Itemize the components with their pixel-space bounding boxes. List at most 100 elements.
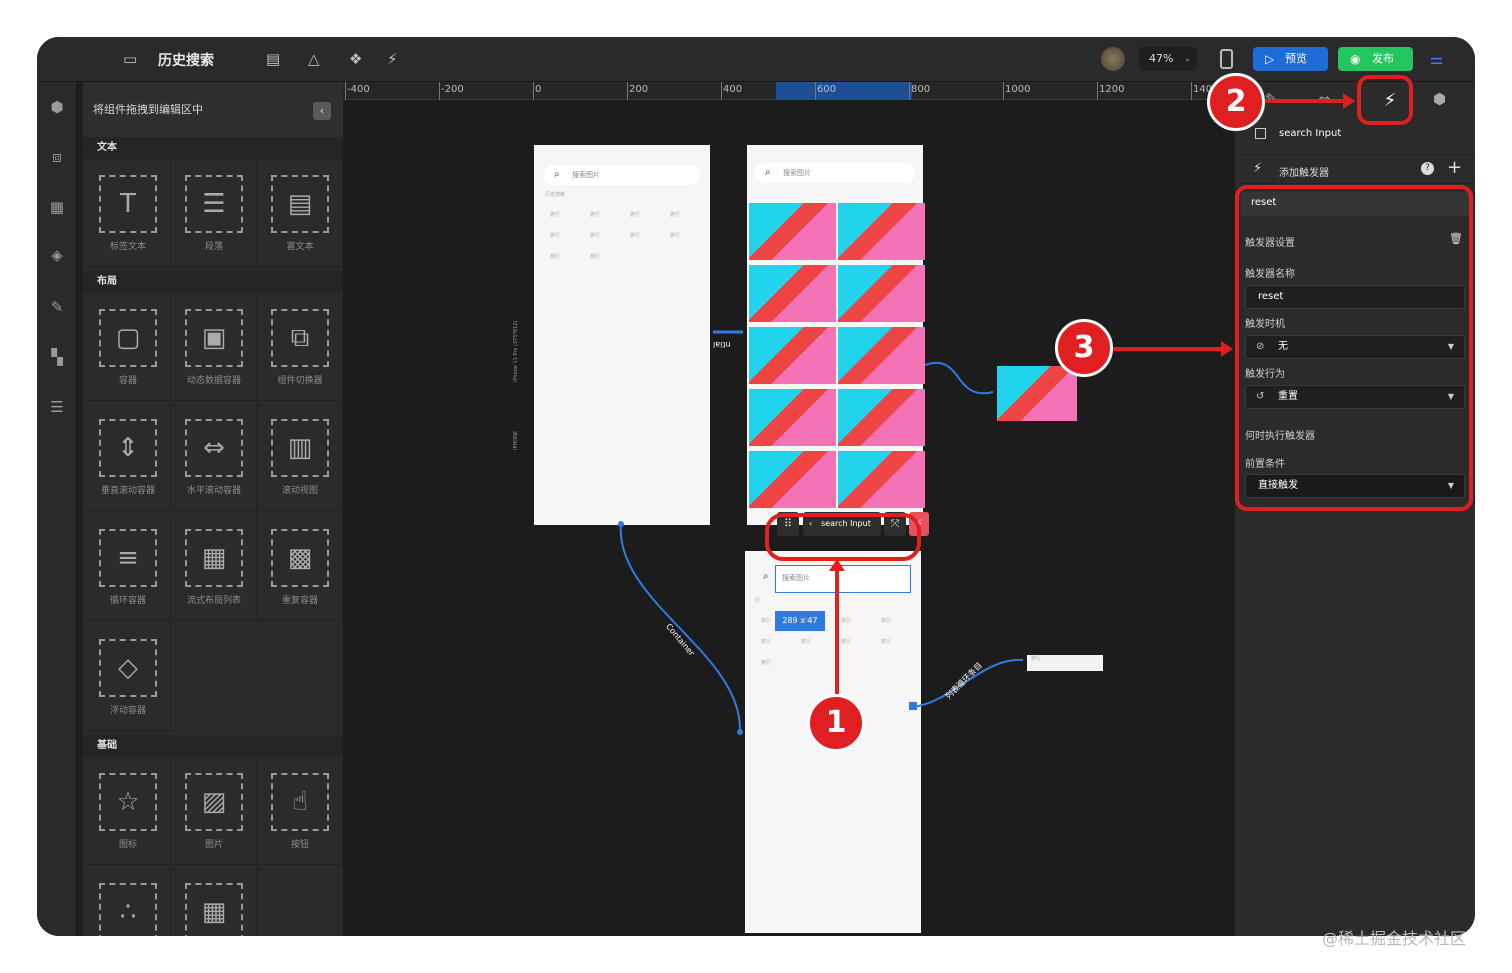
annotation-arrow-1 — [835, 567, 839, 697]
annotation-arrowhead-1 — [829, 559, 845, 571]
component-icon: ⇔ — [203, 433, 225, 463]
component-tile[interactable]: ☆ 图标 — [85, 757, 171, 865]
frame1-search-bar[interactable]: ⌕ 搜索图片 — [544, 165, 700, 185]
frame2-search-bar[interactable]: ⌕ 搜索图片 — [755, 163, 915, 183]
ruler-selection-highlight — [776, 82, 912, 100]
history-tag[interactable]: 旅行 — [590, 232, 600, 239]
history-tag[interactable]: 旅行 — [801, 617, 811, 624]
history-tag[interactable]: 旅行 — [761, 638, 771, 645]
avatar[interactable] — [1101, 47, 1125, 71]
history-tag[interactable]: 旅行 — [590, 253, 600, 260]
flash-icon[interactable]: ⚡ — [387, 49, 398, 69]
component-tile[interactable]: ⧉ 组件切换器 — [257, 293, 343, 401]
settings-sliders-icon[interactable]: ⚌ — [1430, 49, 1443, 69]
device-icon[interactable] — [1220, 49, 1233, 69]
history-tag[interactable]: 旅行 — [841, 617, 851, 624]
ruler-label: -200 — [441, 84, 464, 95]
history-tag[interactable]: 旅行 — [550, 253, 560, 260]
history-tag[interactable]: 旅行 — [630, 232, 640, 239]
history-tag[interactable]: 旅行 — [761, 617, 771, 624]
history-tag[interactable]: 旅行 — [550, 211, 560, 218]
component-tile[interactable]: ▦ 流式布局列表 — [171, 513, 257, 621]
component-tile[interactable]: ◇ 浮动容器 — [85, 623, 171, 731]
grid-icon[interactable]: ▦ — [47, 197, 67, 217]
frame-image-grid[interactable]: ⌕ 搜索图片 — [747, 145, 925, 525]
shape-icon[interactable]: △ — [308, 49, 320, 69]
help-icon[interactable]: ? — [1421, 162, 1434, 175]
grid-image[interactable] — [749, 451, 836, 508]
blocks-icon[interactable]: ⧈ — [47, 147, 67, 167]
history-tag[interactable]: 旅行 — [670, 232, 680, 239]
grid-image[interactable] — [838, 327, 925, 384]
publish-button[interactable]: ◉ 发布 — [1338, 47, 1413, 71]
history-tag[interactable]: 旅行 — [761, 659, 771, 666]
brush-icon[interactable]: ✎ — [47, 297, 67, 317]
grid-image[interactable] — [749, 327, 836, 384]
ruler-tick — [815, 82, 816, 100]
grid-image[interactable] — [838, 451, 925, 508]
component-tile[interactable]: ∴ — [85, 867, 171, 936]
component-icon: ☝ — [292, 787, 308, 817]
history-tag[interactable]: 旅行 — [590, 211, 600, 218]
history-tag[interactable]: 旅行 — [881, 617, 891, 624]
component-tile[interactable]: ▦ — [171, 867, 257, 936]
history-tag[interactable]: 旅行 — [550, 232, 560, 239]
publish-label: 发布 — [1372, 52, 1394, 65]
annotation-badge-3: 3 — [1055, 319, 1113, 377]
component-tile[interactable]: ⇔ 水平滚动容器 — [171, 403, 257, 511]
sidebar-toggle-icon[interactable]: ▭ — [123, 49, 137, 69]
component-tile[interactable]: ▩ 重复容器 — [257, 513, 343, 621]
add-icon[interactable]: + — [1447, 157, 1462, 178]
grid-image[interactable] — [749, 389, 836, 446]
component-tile[interactable]: ⇕ 垂直滚动容器 — [85, 403, 171, 511]
component-tile[interactable]: ▨ 图片 — [171, 757, 257, 865]
component-icon: ▦ — [201, 897, 227, 927]
grid-image[interactable] — [838, 389, 925, 446]
component-tile[interactable]: ▤ 富文本 — [257, 159, 343, 267]
search-icon: ⌕ — [554, 169, 560, 180]
grid-image[interactable] — [838, 265, 925, 322]
component-icon: ☰ — [202, 189, 226, 219]
history-tag[interactable]: 旅行 — [670, 211, 680, 218]
history-tag[interactable]: 旅行 — [881, 638, 891, 645]
collapse-left-icon[interactable]: ‹ — [313, 102, 331, 120]
frame-history-search[interactable]: ⌕ 搜索图片 历史搜索 旅行 旅行 旅行 旅行 旅行 旅行 旅行 旅行 旅行 旅行 — [534, 145, 710, 525]
ruler-tick — [627, 82, 628, 100]
component-tile[interactable]: ☰ 段落 — [171, 159, 257, 267]
component-tile[interactable]: ≡ 循环容器 — [85, 513, 171, 621]
thumbnail-image[interactable] — [997, 366, 1077, 421]
component-label: 容器 — [118, 376, 137, 386]
component-tile[interactable]: T 标签文本 — [85, 159, 171, 267]
ruler-label: 200 — [629, 84, 649, 95]
components-icon[interactable]: ❖ — [349, 49, 362, 69]
canvas[interactable]: -400 -200 0 200 400 600 800 1000 1200 140 ⌕ 搜索图片 … — [343, 82, 1235, 936]
grid-image[interactable] — [749, 265, 836, 322]
component-label: 图片 — [204, 840, 223, 850]
ruler-tick — [439, 82, 440, 100]
list-item-preview[interactable]: 旅行 — [1027, 655, 1103, 671]
device-model: iPhone 11 Pro (375*812) — [513, 320, 519, 382]
preview-button[interactable]: ▷ 预览 — [1253, 47, 1328, 71]
component-tile[interactable]: ▥ 滚动视图 — [257, 403, 343, 511]
component-checkbox[interactable] — [1255, 128, 1266, 139]
history-tag[interactable]: 旅行 — [841, 638, 851, 645]
history-tag[interactable]: 旅行 — [630, 211, 640, 218]
history-tag[interactable]: 旅行 — [801, 638, 811, 645]
pages-icon[interactable]: ▚ — [47, 347, 67, 367]
annotation-badge-1: 1 — [807, 694, 865, 752]
component-tile[interactable]: ▣ 动态数据容器 — [171, 293, 257, 401]
document-icon[interactable]: ▤ — [266, 49, 280, 69]
grid-image[interactable] — [838, 203, 925, 260]
component-tile[interactable]: ▢ 容器 — [85, 293, 171, 401]
library-section-title: 基础 — [83, 735, 343, 757]
zoom-select[interactable]: 47% ⌄ — [1139, 47, 1197, 71]
component-label: 流式布局列表 — [186, 596, 241, 606]
component-tile[interactable]: ☝ 按钮 — [257, 757, 343, 865]
grid-image[interactable] — [749, 203, 836, 260]
layers-icon[interactable]: ◈ — [47, 245, 67, 265]
component-label: 按钮 — [290, 840, 309, 850]
top-toolbar: ▭ 历史搜索 ▤ △ ❖ ⚡ 47% ⌄ ▷ 预览 ◉ 发布 ⚌ — [37, 37, 1475, 82]
package-tab-icon[interactable]: ⬢ — [1433, 90, 1446, 108]
cube-icon[interactable]: ⬢ — [47, 97, 67, 117]
list-icon[interactable]: ☰ — [47, 397, 67, 417]
